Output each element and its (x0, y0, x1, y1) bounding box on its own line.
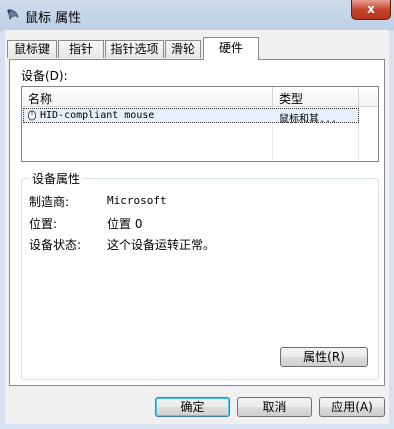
client-area: 鼠标键 指针 指针选项 滑轮 硬件 设备(D): 名称 类型 HID-compl… (5, 30, 389, 424)
mouse-icon (28, 110, 36, 121)
cancel-button[interactable]: 取消 (237, 397, 312, 417)
tab-pointers[interactable]: 指针 (58, 40, 104, 58)
device-type: 鼠标和其... (279, 114, 338, 125)
device-row[interactable]: HID-compliant mouse 鼠标和其... (23, 108, 359, 125)
manufacturer-label: 制造商: (29, 195, 70, 209)
device-status-label: 设备状态: (29, 238, 82, 252)
column-header-type[interactable]: 类型 (279, 90, 303, 107)
location-value: 位置 0 (107, 217, 143, 231)
column-header-name[interactable]: 名称 (28, 90, 52, 107)
mouse-properties-window: 鼠标 属性 x 鼠标键 指针 指针选项 滑轮 硬件 设备(D): 名称 类型 H… (0, 0, 394, 429)
ok-button[interactable]: 确定 (155, 397, 230, 417)
tab-mouse-buttons[interactable]: 鼠标键 (7, 40, 57, 58)
device-name: HID-compliant mouse (40, 110, 155, 121)
devices-label: 设备(D): (21, 69, 68, 83)
devices-list-header: 名称 类型 (22, 87, 378, 107)
tab-wheel[interactable]: 滑轮 (165, 40, 201, 58)
apply-button[interactable]: 应用(A) (319, 397, 385, 417)
tab-hardware[interactable]: 硬件 (203, 37, 259, 60)
mouse-pointer-icon (7, 9, 19, 21)
window-title: 鼠标 属性 (25, 11, 82, 26)
manufacturer-value: Microsoft (107, 194, 167, 207)
tab-pointer-options[interactable]: 指针选项 (105, 40, 164, 58)
device-properties-title: 设备属性 (29, 170, 84, 187)
devices-list[interactable]: 名称 类型 HID-compliant mouse 鼠标和其... (21, 86, 379, 162)
location-label: 位置: (29, 217, 58, 231)
hardware-panel: 设备(D): 名称 类型 HID-compliant mouse 鼠标和其...… (9, 59, 385, 386)
title-bar[interactable]: 鼠标 属性 x (0, 0, 394, 30)
column-divider[interactable] (358, 87, 359, 107)
close-button[interactable]: x (351, 0, 391, 20)
column-divider[interactable] (272, 87, 273, 107)
device-status-value: 这个设备运转正常。 (107, 238, 216, 252)
properties-button[interactable]: 属性(R) (280, 347, 368, 367)
